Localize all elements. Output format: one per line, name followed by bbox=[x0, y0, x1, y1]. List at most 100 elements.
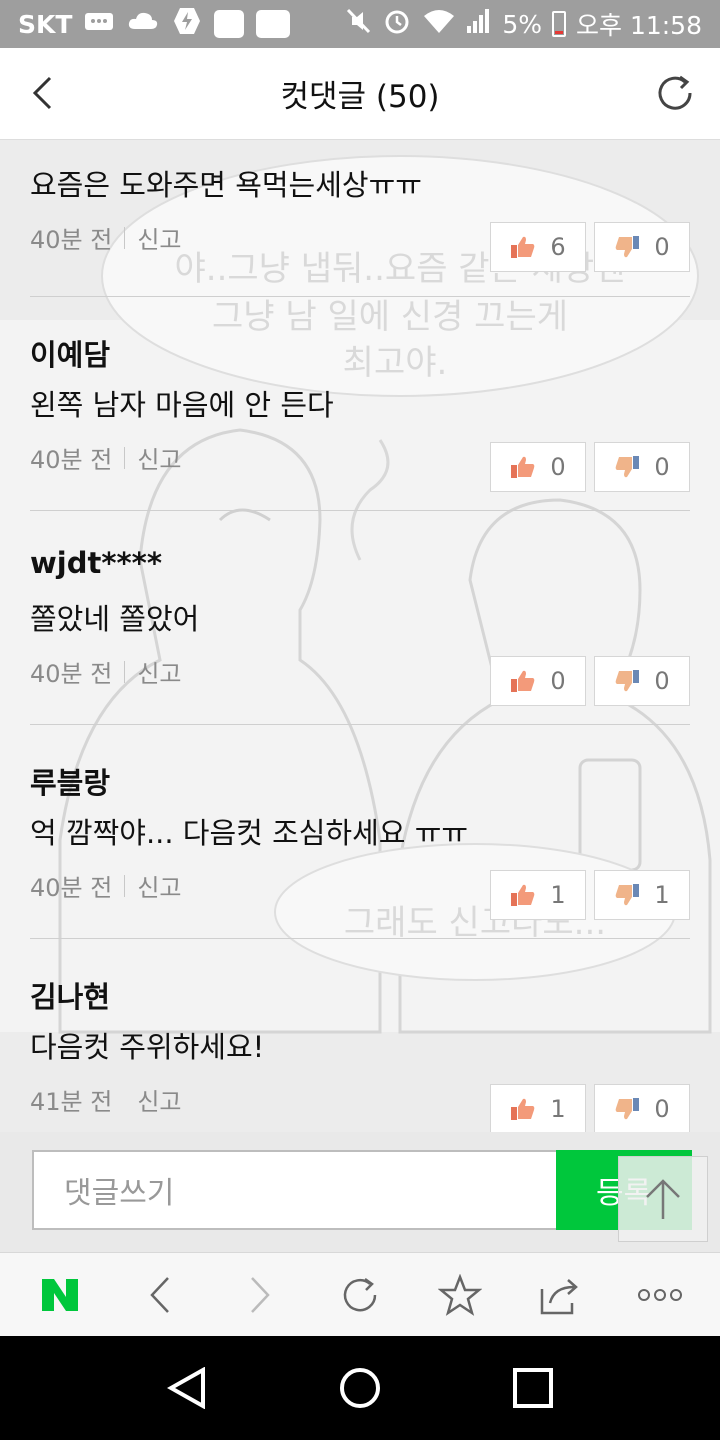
dislike-button[interactable]: 1 bbox=[594, 870, 690, 920]
dislike-button[interactable]: 0 bbox=[594, 222, 690, 272]
report-link[interactable]: 신고 bbox=[137, 220, 181, 255]
report-link[interactable]: 신고 bbox=[137, 1082, 181, 1117]
meta-divider bbox=[124, 660, 126, 683]
comment-meta: 40분 전 신고 bbox=[30, 654, 182, 689]
status-bar: SKT 5% 오후 11:58 bbox=[0, 0, 720, 48]
nav-back-button[interactable] bbox=[152, 1353, 222, 1423]
naver-logo-icon bbox=[42, 1278, 78, 1311]
like-count: 1 bbox=[550, 1095, 566, 1123]
circle-home-icon bbox=[339, 1368, 380, 1408]
comment-item: 김나현 다음컷 주위하세요! 41분 전 신고 1 0 bbox=[0, 962, 720, 1132]
thumbs-down-icon bbox=[616, 1098, 640, 1120]
dislike-button[interactable]: 0 bbox=[594, 656, 690, 706]
thumbs-down-icon bbox=[616, 236, 640, 258]
battery-percent: 5% bbox=[502, 9, 542, 39]
comment-author: 김나현 bbox=[30, 980, 111, 1014]
divider bbox=[30, 724, 690, 725]
divider bbox=[30, 296, 690, 297]
like-button[interactable]: 0 bbox=[490, 656, 586, 706]
comment-text: 요즘은 도와주면 욕먹는세상ㅠㅠ bbox=[30, 168, 422, 202]
square-recents-icon bbox=[513, 1368, 554, 1408]
like-button[interactable]: 1 bbox=[490, 870, 586, 920]
comment-time: 41분 전 bbox=[30, 1088, 113, 1116]
comment-item: 루블랑 억 깜짝야... 다음컷 조심하세요 ㅠㅠ 40분 전 신고 1 1 bbox=[0, 748, 720, 962]
dislike-count: 0 bbox=[654, 667, 670, 695]
scroll-to-top-button[interactable] bbox=[618, 1156, 708, 1242]
dislike-count: 1 bbox=[654, 881, 670, 909]
chevron-right-icon bbox=[251, 1276, 270, 1313]
thumbs-up-icon bbox=[511, 884, 535, 906]
refresh-icon bbox=[658, 75, 692, 110]
signal-icon bbox=[466, 8, 492, 40]
arrow-up-icon bbox=[646, 1179, 680, 1219]
thumbs-down-icon bbox=[616, 456, 640, 478]
comment-item: 이예담 왼쪽 남자 마음에 안 든다 40분 전 신고 0 0 bbox=[0, 320, 720, 534]
divider bbox=[30, 510, 690, 511]
cloud-icon bbox=[126, 9, 160, 39]
browser-back-button[interactable] bbox=[125, 1260, 195, 1330]
browser-forward-button[interactable] bbox=[225, 1260, 295, 1330]
battery-icon bbox=[552, 11, 566, 37]
meta-divider bbox=[124, 226, 126, 249]
meta-divider bbox=[124, 446, 126, 469]
comment-text: 쫄았네 쫄았어 bbox=[30, 602, 200, 636]
comment-author: 이예담 bbox=[30, 338, 111, 372]
comment-text: 억 깜짝야... 다음컷 조심하세요 ㅠㅠ bbox=[30, 816, 469, 850]
triangle-back-icon bbox=[166, 1367, 205, 1409]
comment-time: 40분 전 bbox=[30, 660, 113, 688]
carrier-label: SKT bbox=[18, 9, 73, 39]
dislike-button[interactable]: 0 bbox=[594, 442, 690, 492]
nav-recents-button[interactable] bbox=[498, 1353, 568, 1423]
thumbs-up-icon bbox=[511, 1098, 535, 1120]
wifi-icon bbox=[422, 8, 456, 40]
comment-author: wjdt**** bbox=[30, 546, 163, 580]
share-button[interactable] bbox=[525, 1260, 595, 1330]
comment-text: 다음컷 주위하세요! bbox=[30, 1030, 265, 1064]
divider bbox=[30, 938, 690, 939]
meta-divider bbox=[124, 874, 126, 897]
comment-meta: 40분 전 신고 bbox=[30, 868, 182, 903]
dislike-count: 0 bbox=[654, 233, 670, 261]
like-count: 6 bbox=[550, 233, 566, 261]
nav-home-button[interactable] bbox=[325, 1353, 395, 1423]
mute-icon bbox=[344, 7, 372, 41]
bookmark-button[interactable] bbox=[425, 1260, 495, 1330]
like-button[interactable]: 6 bbox=[490, 222, 586, 272]
notification-icon bbox=[214, 10, 245, 38]
message-icon bbox=[84, 10, 114, 38]
back-button[interactable] bbox=[22, 68, 62, 118]
refresh-button[interactable] bbox=[652, 68, 698, 118]
dislike-button[interactable]: 0 bbox=[594, 1084, 690, 1132]
power-icon bbox=[172, 6, 202, 42]
comment-meta: 40분 전 신고 bbox=[30, 220, 182, 255]
like-button[interactable]: 1 bbox=[490, 1084, 586, 1132]
thumbs-down-icon bbox=[616, 884, 640, 906]
notification-icon bbox=[256, 10, 291, 38]
comment-meta: 41분 전 신고 bbox=[30, 1082, 182, 1117]
dislike-count: 0 bbox=[654, 453, 670, 481]
report-link[interactable]: 신고 bbox=[137, 868, 181, 903]
comment-time: 40분 전 bbox=[30, 226, 113, 254]
chevron-left-icon bbox=[150, 1276, 169, 1313]
report-link[interactable]: 신고 bbox=[137, 654, 181, 689]
comment-composer: 댓글쓰기 등록 bbox=[0, 1132, 720, 1252]
like-button[interactable]: 0 bbox=[490, 442, 586, 492]
naver-home-button[interactable] bbox=[25, 1260, 95, 1330]
refresh-icon bbox=[343, 1277, 377, 1311]
comment-time: 40분 전 bbox=[30, 874, 113, 902]
report-link[interactable]: 신고 bbox=[137, 440, 181, 475]
comment-text: 왼쪽 남자 마음에 안 든다 bbox=[30, 388, 334, 422]
thumbs-up-icon bbox=[511, 456, 535, 478]
app-header: 컷댓글 (50) bbox=[0, 48, 720, 140]
comment-input[interactable]: 댓글쓰기 bbox=[32, 1150, 558, 1230]
clock: 오후 11:58 bbox=[576, 11, 702, 40]
browser-reload-button[interactable] bbox=[325, 1260, 395, 1330]
alarm-icon bbox=[382, 6, 412, 42]
browser-toolbar bbox=[0, 1252, 720, 1336]
like-count: 1 bbox=[550, 881, 566, 909]
thumbs-down-icon bbox=[616, 670, 640, 692]
chevron-left-icon bbox=[32, 76, 52, 110]
meta-divider bbox=[124, 1089, 125, 1111]
comment-list[interactable]: 야..그냥 냅둬..요즘 같은 세상엔 그냥 남 일에 신경 끄는게 최고야. … bbox=[0, 140, 720, 1132]
more-menu-button[interactable] bbox=[625, 1260, 695, 1330]
